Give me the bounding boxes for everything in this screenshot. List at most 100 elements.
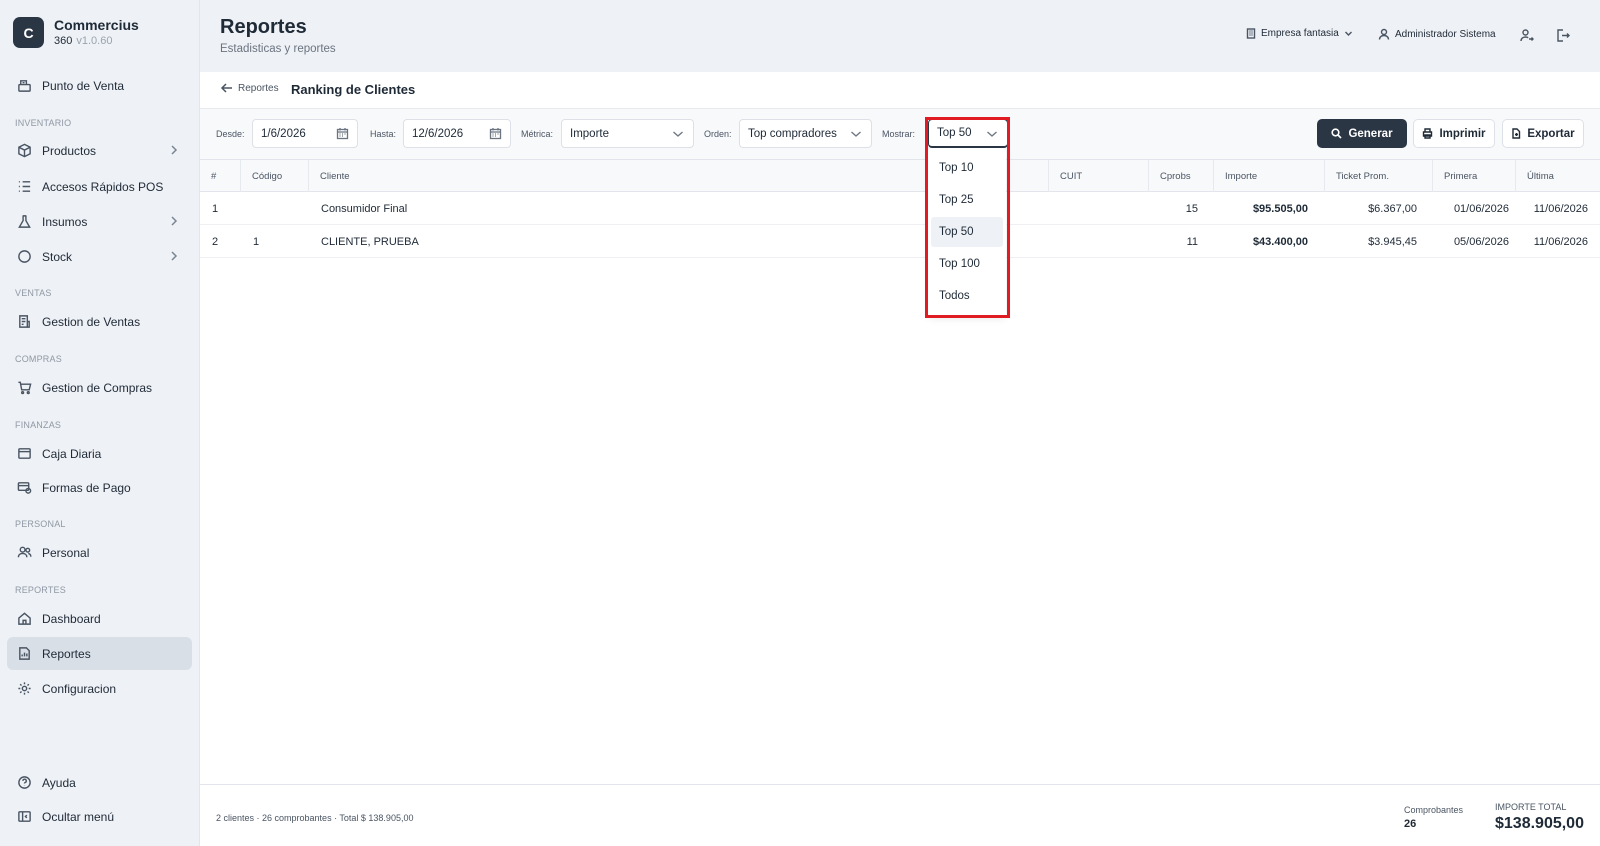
col-ultima[interactable]: Última <box>1516 160 1600 192</box>
sidebar-item-productos[interactable]: Productos <box>7 134 192 167</box>
hasta-date-input[interactable]: 12/6/2026 <box>403 119 511 148</box>
metrica-label: Métrica: <box>521 129 554 139</box>
desde-date-input[interactable]: 1/6/2026 <box>252 119 358 148</box>
chevron-down-icon <box>672 129 684 142</box>
calendar-icon[interactable] <box>336 127 349 143</box>
mostrar-dropdown-menu: Top 10 Top 25 Top 50 Top 100 Todos <box>928 148 1006 317</box>
importe-total-value: $138.905,00 <box>1495 815 1584 832</box>
option-top-50[interactable]: Top 50 <box>931 217 1003 247</box>
users-icon <box>16 545 32 561</box>
cell-ticket: $3.945,45 <box>1368 235 1417 248</box>
company-selector[interactable]: Empresa fantasia <box>1246 28 1353 39</box>
sidebar-item-stock[interactable]: Stock <box>7 240 192 273</box>
hasta-label: Hasta: <box>370 129 397 139</box>
sidebar-item-ocultar-menu[interactable]: Ocultar menú <box>7 800 192 833</box>
imprimir-button[interactable]: Imprimir <box>1413 119 1495 148</box>
sidebar-item-accesos-rapidos[interactable]: Accesos Rápidos POS <box>7 170 192 203</box>
app-sub: 360 <box>54 35 73 47</box>
cell-importe: $43.400,00 <box>1252 235 1308 248</box>
cell-primera: 05/06/2026 <box>1453 235 1509 248</box>
col-importe[interactable]: Importe <box>1214 160 1325 192</box>
mostrar-label: Mostrar: <box>882 129 916 139</box>
file-export-icon <box>1512 128 1521 139</box>
printer-icon <box>1423 128 1433 139</box>
sidebar-item-personal[interactable]: Personal <box>7 536 192 569</box>
section-ventas: VENTAS <box>15 288 52 298</box>
option-todos[interactable]: Todos <box>931 281 1003 311</box>
col-cuit[interactable]: CUIT <box>1049 160 1149 192</box>
table-header: # Código Cliente CUIT Cprobs Importe Tic… <box>200 160 1600 192</box>
generar-button[interactable]: Generar <box>1317 119 1407 148</box>
calendar-icon[interactable] <box>489 127 502 143</box>
section-compras: COMPRAS <box>15 354 62 364</box>
page-subtitle: Estadisticas y reportes <box>220 43 336 55</box>
logout-button[interactable] <box>1553 26 1571 44</box>
app-logo: C <box>13 17 44 48</box>
flask-icon <box>16 214 32 230</box>
cell-cliente: Consumidor Final <box>321 202 408 215</box>
switch-user-button[interactable] <box>1517 26 1535 44</box>
user-switch-icon <box>1519 28 1534 41</box>
page-header: Reportes Estadisticas y reportes Empresa… <box>200 0 1600 72</box>
col-cprobs[interactable]: Cprobs <box>1149 160 1214 192</box>
col-primera[interactable]: Primera <box>1433 160 1516 192</box>
cell-cliente: CLIENTE, PRUEBA <box>321 235 419 248</box>
circle-icon <box>16 249 32 265</box>
app-version: v1.0.60 <box>76 35 113 47</box>
comprobantes-value: 26 <box>1404 818 1417 830</box>
comprobantes-label: Comprobantes <box>1404 805 1464 815</box>
table-row[interactable]: 1 Consumidor Final 15 $95.505,00 $6.367,… <box>200 192 1600 225</box>
cell-importe: $95.505,00 <box>1252 202 1308 215</box>
cell-rank: 2 <box>212 235 219 248</box>
arrow-left-icon <box>220 83 232 93</box>
cell-cprobs: 11 <box>1186 235 1198 248</box>
sidebar-item-insumos[interactable]: Insumos <box>7 205 192 238</box>
page-title: Reportes <box>220 16 307 38</box>
sidebar-item-gestion-ventas[interactable]: Gestion de Ventas <box>7 305 192 338</box>
cash-register-icon <box>16 78 32 94</box>
user-menu[interactable]: Administrador Sistema <box>1378 28 1496 40</box>
help-icon <box>16 775 32 791</box>
sidebar-collapse-icon <box>16 809 32 825</box>
option-top-10[interactable]: Top 10 <box>931 153 1003 183</box>
sidebar-item-formas-de-pago[interactable]: Formas de Pago <box>7 471 192 504</box>
col-codigo[interactable]: Código <box>241 160 309 192</box>
table-row[interactable]: 2 1 CLIENTE, PRUEBA 11 $43.400,00 $3.945… <box>200 225 1600 258</box>
search-icon <box>1331 128 1343 139</box>
user-icon <box>1378 28 1390 40</box>
sidebar-item-ayuda[interactable]: Ayuda <box>7 766 192 799</box>
option-top-25[interactable]: Top 25 <box>931 185 1003 215</box>
col-ticket[interactable]: Ticket Prom. <box>1325 160 1433 192</box>
section-personal: PERSONAL <box>15 519 66 529</box>
list-icon <box>16 179 32 195</box>
importe-total-label: IMPORTE TOTAL <box>1495 802 1567 812</box>
chevron-right-icon <box>168 144 180 156</box>
sidebar-item-reportes[interactable]: Reportes <box>7 637 192 670</box>
back-link[interactable]: Reportes <box>220 82 279 94</box>
cell-ultima: 11/06/2026 <box>1533 202 1588 215</box>
mostrar-select[interactable]: Top 50 <box>928 119 1008 148</box>
building-icon <box>1246 28 1256 39</box>
exportar-button[interactable]: Exportar <box>1502 119 1584 148</box>
breadcrumb: Reportes Ranking de Clientes <box>200 72 1600 109</box>
col-rank[interactable]: # <box>200 160 241 192</box>
sidebar-item-caja-diaria[interactable]: Caja Diaria <box>7 437 192 470</box>
app-name: Commercius <box>54 17 139 33</box>
report-title: Ranking de Clientes <box>291 82 416 97</box>
cell-rank: 1 <box>212 202 219 215</box>
chevron-right-icon <box>168 215 180 227</box>
chevron-down-icon <box>850 129 862 142</box>
orden-label: Orden: <box>704 129 732 139</box>
sidebar-item-punto-de-venta[interactable]: Punto de Venta <box>7 69 192 102</box>
sidebar-item-dashboard[interactable]: Dashboard <box>7 602 192 635</box>
sidebar-item-gestion-compras[interactable]: Gestion de Compras <box>7 371 192 404</box>
gear-icon <box>16 681 32 697</box>
section-finanzas: FINANZAS <box>15 420 62 430</box>
cell-codigo: 1 <box>253 235 260 248</box>
metrica-select[interactable]: Importe <box>561 119 694 148</box>
sidebar-item-configuracion[interactable]: Configuracion <box>7 672 192 705</box>
orden-select[interactable]: Top compradores <box>739 119 872 148</box>
filter-bar: Desde: 1/6/2026 Hasta: 12/6/2026 Métrica… <box>200 109 1600 160</box>
home-icon <box>16 611 32 627</box>
option-top-100[interactable]: Top 100 <box>931 249 1003 279</box>
